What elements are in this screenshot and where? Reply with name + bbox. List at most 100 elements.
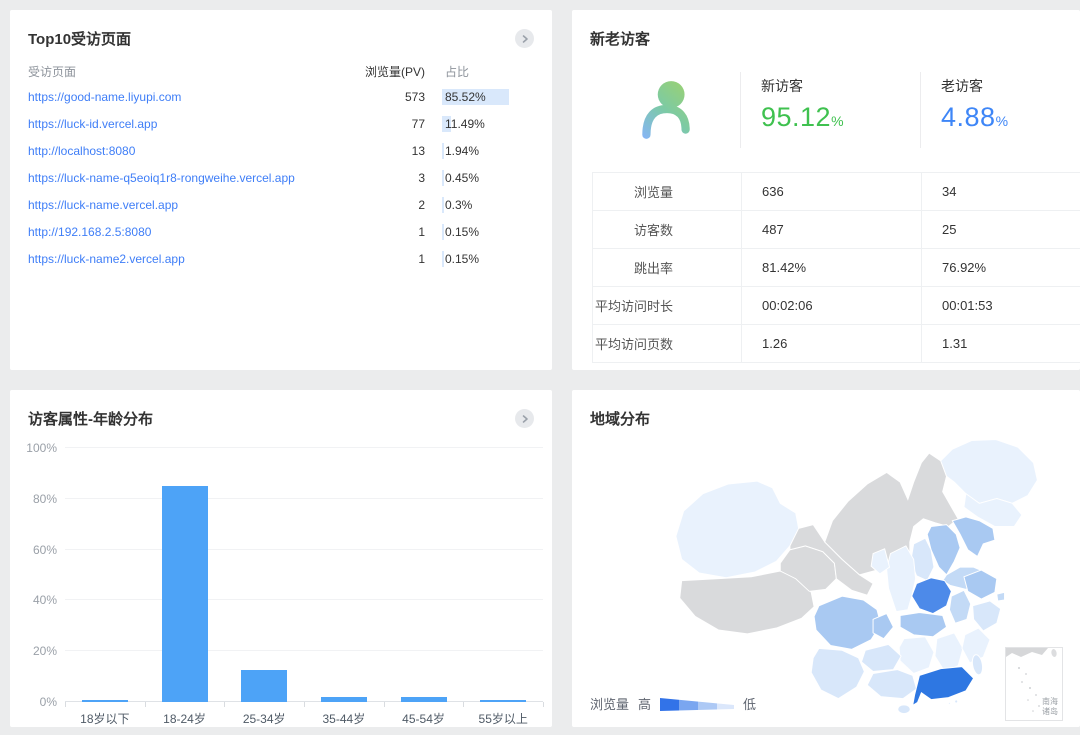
metric-new-value: 487 — [741, 211, 921, 248]
old-visitors-unit: % — [996, 113, 1009, 129]
page-link[interactable]: http://192.168.2.5:8080 — [28, 225, 355, 239]
province-shanghai[interactable] — [997, 592, 1005, 601]
page-link[interactable]: https://luck-id.vercel.app — [28, 117, 355, 131]
metric-old-value: 34 — [921, 173, 1080, 210]
x-axis-category-label: 18-24岁 — [145, 710, 225, 727]
page-link[interactable]: https://good-name.liyupi.com — [28, 90, 355, 104]
page-ratio-text: 11.49% — [445, 117, 485, 131]
column-header-pv: 浏览量(PV) — [355, 63, 425, 80]
metric-row: 平均访问页数 1.26 1.31 — [593, 325, 1080, 363]
page-ratio: 0.3% — [445, 198, 534, 212]
province-hunan[interactable] — [899, 637, 934, 674]
new-visitors-value: 95.12% — [761, 102, 920, 133]
old-visitors-value: 4.88% — [941, 102, 1080, 133]
province-heilongjiang[interactable] — [941, 440, 1038, 504]
province-hongkong[interactable] — [955, 700, 958, 703]
metric-new-value: 81.42% — [741, 249, 921, 286]
page-link[interactable]: https://luck-name.vercel.app — [28, 198, 355, 212]
top-pages-panel: Top10受访页面 受访页面 浏览量(PV) 占比 https://good-n… — [10, 10, 552, 370]
x-axis-category-label: 35-44岁 — [304, 710, 384, 727]
province-guangdong[interactable] — [913, 667, 974, 706]
province-henan[interactable] — [912, 578, 952, 614]
metric-new-value: 636 — [741, 173, 921, 210]
bar-slot: 25-34岁 — [224, 448, 304, 702]
metric-row: 浏览量 636 34 — [593, 173, 1080, 211]
age-bar-18-24岁[interactable] — [162, 486, 208, 702]
metric-new-value: 00:02:06 — [741, 287, 921, 324]
age-bar-35-44岁[interactable] — [321, 697, 367, 702]
province-shaanxi[interactable] — [887, 546, 916, 612]
y-axis-tick-label: 0% — [15, 695, 57, 709]
x-axis-category-label: 25-34岁 — [224, 710, 304, 727]
table-row: https://good-name.liyupi.com 573 85.52% — [28, 83, 534, 110]
y-axis-tick-label: 60% — [15, 543, 57, 557]
age-bar-45-54岁[interactable] — [401, 697, 447, 702]
map-legend: 浏览量 高 低 — [590, 694, 756, 713]
page-ratio-text: 85.52% — [445, 90, 486, 104]
page-pv: 13 — [355, 144, 425, 158]
visitors-title: 新老访客 — [590, 28, 650, 49]
top-pages-more-button[interactable] — [515, 29, 534, 48]
province-jiangsu[interactable] — [964, 570, 997, 599]
metric-row: 平均访问时长 00:02:06 00:01:53 — [593, 287, 1080, 325]
age-bar-18岁以下[interactable] — [82, 700, 128, 702]
province-hainan[interactable] — [898, 705, 911, 714]
south-china-sea-inset: 南海 诸岛 — [1005, 647, 1063, 721]
province-sichuan[interactable] — [814, 596, 881, 649]
top-pages-header: 受访页面 浏览量(PV) 占比 — [28, 59, 534, 83]
province-zhejiang[interactable] — [973, 601, 1001, 631]
table-row: https://luck-name.vercel.app 2 0.3% — [28, 191, 534, 218]
column-header-page: 受访页面 — [28, 63, 355, 80]
old-visitors-number: 4.88 — [941, 102, 996, 132]
age-bar-55岁以上[interactable] — [480, 700, 526, 702]
table-row: http://localhost:8080 13 1.94% — [28, 137, 534, 164]
visitor-metrics-body: 浏览量 636 34 访客数 487 25 跳出率 81.42% 76.92% … — [593, 173, 1080, 363]
column-header-ratio: 占比 — [445, 63, 534, 80]
y-axis-tick-label: 100% — [15, 441, 57, 455]
page-link[interactable]: http://localhost:8080 — [28, 144, 355, 158]
province-guangxi[interactable] — [867, 670, 916, 699]
page-link[interactable]: https://luck-name-q5eoiq1r8-rongweihe.ve… — [28, 171, 355, 185]
page-pv: 2 — [355, 198, 425, 212]
x-axis-tick — [304, 702, 305, 707]
province-yunnan[interactable] — [811, 648, 864, 698]
page-ratio-bar — [442, 170, 444, 186]
x-axis-category-label: 45-54岁 — [384, 710, 464, 727]
age-chart: 0%20%40%60%80%100% 18岁以下18-24岁25-34岁35-4… — [65, 448, 543, 702]
age-bar-25-34岁[interactable] — [241, 670, 287, 702]
page-ratio-text: 0.3% — [445, 198, 472, 212]
page-ratio-bar — [442, 251, 444, 267]
x-axis-category-label: 18岁以下 — [65, 710, 145, 727]
page-ratio: 1.94% — [445, 144, 534, 158]
age-panel-more-button[interactable] — [515, 409, 534, 428]
province-jiangxi[interactable] — [935, 633, 963, 672]
y-axis-tick-label: 40% — [15, 593, 57, 607]
page-pv: 3 — [355, 171, 425, 185]
metric-old-value: 25 — [921, 211, 1080, 248]
table-row: http://192.168.2.5:8080 1 0.15% — [28, 218, 534, 245]
legend-gradient-wedge — [660, 696, 734, 712]
metric-row: 跳出率 81.42% 76.92% — [593, 249, 1080, 287]
x-axis-category-label: 55岁以上 — [463, 710, 543, 727]
x-axis-tick — [65, 702, 66, 707]
inset-label: 南海 诸岛 — [1042, 697, 1058, 717]
page-ratio-text: 0.15% — [445, 252, 479, 266]
top-pages-rows: https://good-name.liyupi.com 573 85.52% … — [28, 83, 534, 272]
visitors-summary: 新访客 95.12% 老访客 4.88% — [592, 72, 1080, 148]
page-ratio-text: 1.94% — [445, 144, 479, 158]
province-hubei[interactable] — [900, 613, 946, 637]
x-axis-tick — [145, 702, 146, 707]
page-pv: 77 — [355, 117, 425, 131]
province-macau[interactable] — [948, 702, 950, 704]
x-axis-tick — [463, 702, 464, 707]
province-anhui[interactable] — [949, 590, 970, 623]
legend-high-label: 高 — [638, 694, 651, 713]
page-ratio-text: 0.15% — [445, 225, 479, 239]
table-row: https://luck-name2.vercel.app 1 0.15% — [28, 245, 534, 272]
province-guizhou[interactable] — [861, 644, 901, 671]
province-xizang[interactable] — [680, 571, 814, 634]
page-ratio-text: 0.45% — [445, 171, 479, 185]
top-pages-title: Top10受访页面 — [28, 28, 131, 49]
page-ratio: 11.49% — [445, 117, 534, 131]
page-link[interactable]: https://luck-name2.vercel.app — [28, 252, 355, 266]
